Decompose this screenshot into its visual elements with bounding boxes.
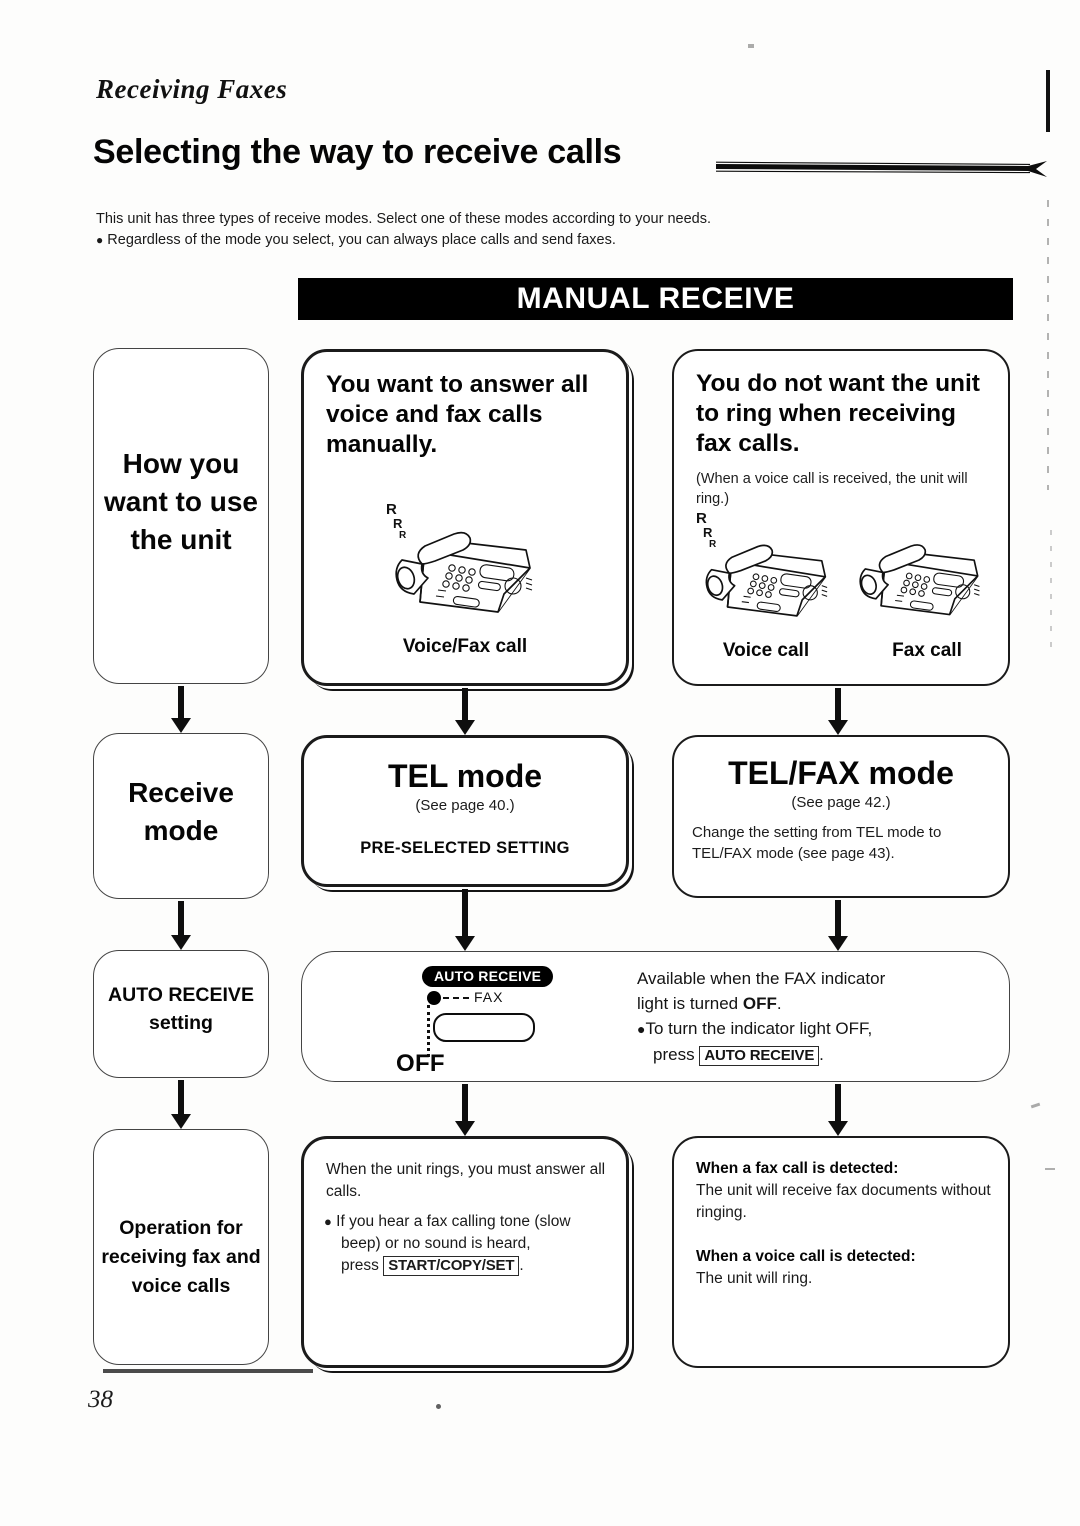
- tel-need-box: You want to answer all voice and fax cal…: [301, 349, 629, 686]
- fax-machine-illustration-voicefax: R R R: [380, 502, 560, 622]
- auto-receive-off-emphasis: OFF: [742, 994, 777, 1013]
- telfax-mode-page-ref: (See page 42.): [791, 794, 891, 811]
- press-word: press: [341, 1257, 379, 1274]
- telfax-mode-title: TEL/FAX mode: [728, 755, 954, 791]
- scan-edge-artifact-lower: [1050, 530, 1052, 650]
- manual-receive-banner: MANUAL RECEIVE: [298, 278, 1013, 320]
- intro-line-2: ● Regardless of the mode you select, you…: [96, 230, 886, 250]
- page-number: 38: [88, 1386, 113, 1413]
- fax-indicator-led-icon: [427, 991, 441, 1005]
- section-tab-marker: [1046, 70, 1050, 132]
- row-label-auto-receive-setting: AUTO RECEIVE setting: [93, 950, 269, 1078]
- manual-page: Receiving Faxes Selecting the way to rec…: [0, 0, 1080, 1526]
- illustration-caption-voice: Voice call: [722, 640, 810, 661]
- row-label-text: How you want to use the unit: [103, 448, 258, 555]
- auto-receive-bullet-line-1: To turn the indicator light OFF,: [645, 1019, 873, 1038]
- tel-operation-bullet-line-3: press START/COPY/SET.: [324, 1255, 614, 1277]
- ring-mark-1: R: [386, 501, 397, 518]
- tel-need-heading: You want to answer all voice and fax cal…: [326, 371, 589, 458]
- auto-receive-text-line-2-pre: light is turned: [637, 994, 739, 1013]
- auto-receive-text-line-2-post: .: [776, 994, 782, 1013]
- tel-mode-page-ref: (See page 40.): [415, 797, 515, 814]
- row-label-text: Receive mode: [128, 777, 234, 846]
- row-label-receive-mode: Receive mode: [93, 733, 269, 899]
- press-word: press: [653, 1045, 695, 1064]
- intro-line-1: This unit has three types of receive mod…: [96, 211, 711, 227]
- running-head: Receiving Faxes: [96, 74, 288, 104]
- auto-receive-off-label: OFF: [396, 1050, 445, 1077]
- illustration-caption-voicefax: Voice/Fax call: [402, 636, 528, 657]
- voice-detected-heading: When a voice call is detected:: [696, 1246, 992, 1268]
- tel-mode-title: TEL mode: [387, 758, 543, 794]
- telfax-need-box: You do not want the unit to ring when re…: [672, 349, 1010, 686]
- telfax-need-heading: You do not want the unit to ring when re…: [696, 370, 980, 457]
- tel-operation-bullet: ● If you hear a fax calling tone (slow b…: [324, 1211, 614, 1277]
- auto-receive-text-line-1: Available when the FAX indicator: [637, 969, 886, 988]
- title-underline-rule: [715, 158, 1048, 182]
- auto-receive-button[interactable]: [433, 1013, 535, 1042]
- intro-paragraph: This unit has three types of receive mod…: [96, 209, 886, 250]
- scan-speck: [1045, 1168, 1055, 1170]
- row-label-text: Operation for receiving fax and voice ca…: [101, 1217, 261, 1297]
- telfax-need-subnote: (When a voice call is received, the unit…: [696, 471, 968, 507]
- auto-receive-panel: AUTO RECEIVE FAX OFF Available when the …: [301, 951, 1010, 1082]
- start-copy-set-key[interactable]: START/COPY/SET: [383, 1256, 520, 1276]
- scan-smudge: [103, 1369, 313, 1373]
- tel-mode-box: TEL mode (See page 40.) PRE-SELECTED SET…: [301, 735, 629, 887]
- fax-indicator-label: FAX: [474, 989, 504, 1005]
- bullet-dot-icon: ●: [324, 1214, 332, 1229]
- tel-mode-preselected-label: PRE-SELECTED SETTING: [360, 839, 570, 857]
- fax-machine-illustration-fax: [846, 516, 1004, 628]
- auto-receive-indicator-pill: AUTO RECEIVE: [422, 966, 554, 987]
- scan-speck: [436, 1404, 441, 1409]
- tel-operation-text: When the unit rings, you must answer all…: [326, 1161, 606, 1200]
- tel-operation-box: When the unit rings, you must answer all…: [301, 1136, 629, 1368]
- row-label-operation-for-receiving: Operation for receiving fax and voice ca…: [93, 1129, 269, 1365]
- fax-machine-illustration-voice: R R R: [692, 511, 852, 623]
- telfax-mode-note: Change the setting from TEL mode to TEL/…: [692, 824, 942, 862]
- period: .: [819, 1045, 824, 1064]
- page-title: Selecting the way to receive calls: [93, 133, 622, 171]
- illustration-caption-fax: Fax call: [892, 640, 962, 661]
- tel-operation-bullet-line-1: If you hear a fax calling tone (slow: [336, 1213, 571, 1230]
- fax-detected-heading-text: When a fax call is detected:: [696, 1160, 899, 1177]
- telfax-mode-box: TEL/FAX mode (See page 42.) Change the s…: [672, 735, 1010, 898]
- ring-mark-1: R: [696, 510, 707, 527]
- voice-detected-body: The unit will ring.: [696, 1270, 813, 1287]
- auto-receive-explanation: Available when the FAX indicator light i…: [637, 966, 985, 1067]
- scan-edge-artifact: [1047, 200, 1049, 490]
- bullet-dot-icon: ●: [96, 233, 104, 247]
- led-leader-line: [443, 997, 469, 999]
- voice-detected-heading-text: When a voice call is detected:: [696, 1248, 916, 1265]
- period: .: [519, 1257, 524, 1274]
- auto-receive-bullet-line-2: press AUTO RECEIVE.: [637, 1042, 985, 1067]
- row-label-text: AUTO RECEIVE setting: [108, 984, 254, 1034]
- auto-receive-key[interactable]: AUTO RECEIVE: [699, 1046, 820, 1066]
- tel-operation-bullet-line-2: beep) or no sound is heard,: [341, 1235, 531, 1252]
- telfax-operation-box: When a fax call is detected: The unit wi…: [672, 1136, 1010, 1368]
- row-label-how-you-want-to-use-the-unit: How you want to use the unit: [93, 348, 269, 684]
- fax-detected-heading: When a fax call is detected:: [696, 1158, 992, 1180]
- scan-speck: [748, 44, 754, 48]
- fax-detected-body: The unit will receive fax documents with…: [696, 1182, 991, 1221]
- intro-line-2-text: Regardless of the mode you select, you c…: [107, 232, 616, 248]
- scan-speck: [1030, 1102, 1041, 1109]
